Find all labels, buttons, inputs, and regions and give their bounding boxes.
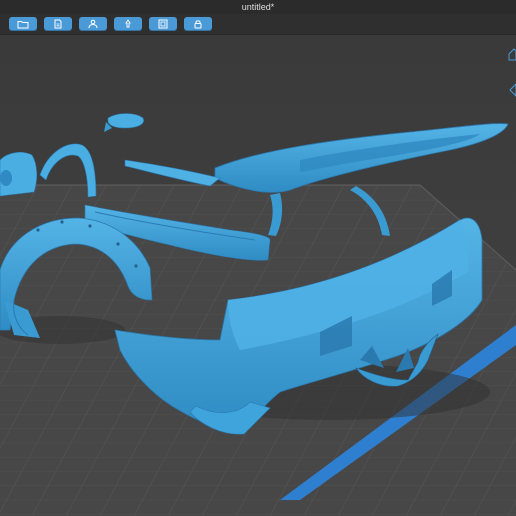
users-button[interactable] [79, 17, 107, 31]
layout-button[interactable] [149, 17, 177, 31]
document-button[interactable] [44, 17, 72, 31]
document-icon [54, 19, 62, 29]
layout-icon [158, 19, 168, 29]
lock-button[interactable] [184, 17, 212, 31]
title-bar: untitled* [0, 0, 516, 15]
folder-icon [17, 20, 29, 28]
app-window: untitled* [0, 0, 516, 516]
small-part-model[interactable] [0, 151, 38, 197]
window-title: untitled* [241, 2, 275, 12]
open-folder-button[interactable] [9, 17, 37, 31]
support-icon [125, 19, 131, 28]
users-icon [88, 19, 98, 29]
support-button[interactable] [114, 17, 142, 31]
3d-viewport[interactable] [0, 35, 516, 516]
lock-icon [194, 20, 202, 29]
toolbar [0, 14, 516, 35]
build-plate-scene[interactable] [0, 35, 516, 516]
